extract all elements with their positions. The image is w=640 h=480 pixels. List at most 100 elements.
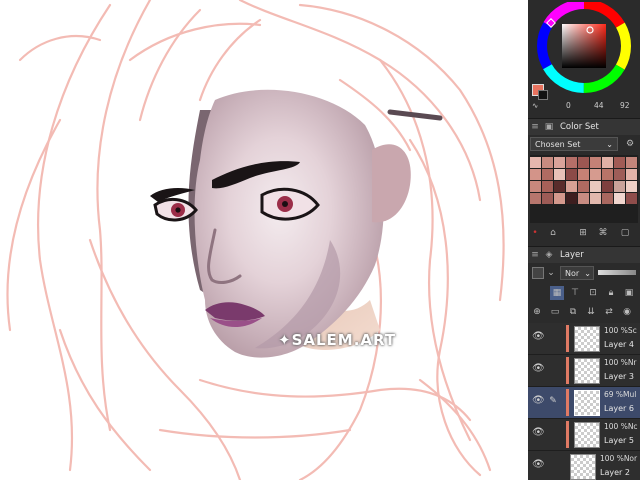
layer-panel-header: ≡ ◈ Layer <box>528 246 640 263</box>
lock-icon[interactable]: 🔒︎ <box>604 286 618 300</box>
blend-mode-dropdown[interactable]: Nor ⌄ <box>560 266 594 280</box>
color-set-title: Color Set <box>560 122 599 132</box>
layer-row[interactable]: 👁︎ 100 %Sc Layer 4 <box>528 323 640 355</box>
color-swatch[interactable] <box>566 193 577 204</box>
eye-icon[interactable]: 👁︎ <box>532 395 545 407</box>
color-swatch[interactable] <box>566 181 577 192</box>
color-swatch[interactable] <box>602 169 613 180</box>
color-swatch[interactable] <box>614 157 625 168</box>
eyedropper-icon[interactable]: ⌘ <box>598 226 608 240</box>
layer-thumbnail <box>574 358 600 384</box>
color-swatch[interactable] <box>530 169 541 180</box>
color-swatch[interactable] <box>590 157 601 168</box>
color-set-dropdown[interactable]: Chosen Set ⌄ <box>530 137 618 151</box>
color-swatch[interactable] <box>542 157 553 168</box>
color-swatch[interactable] <box>542 193 553 204</box>
mask-lock-icon[interactable]: ▣ <box>622 286 636 300</box>
color-swatch[interactable] <box>626 193 637 204</box>
value-field-1[interactable]: 0 <box>566 101 571 110</box>
clipping-indicator <box>566 421 569 448</box>
color-swatch[interactable] <box>554 193 565 204</box>
pin-icon[interactable]: ⌂ <box>548 226 558 240</box>
eye-icon[interactable]: 👁︎ <box>532 363 545 375</box>
color-swatch[interactable] <box>554 157 565 168</box>
color-set-toolbar: • ⌂ ⊞ ⌘ ▢ <box>528 226 640 240</box>
wave-icon: ∿ <box>532 101 539 110</box>
color-swatch-grid[interactable] <box>530 155 638 223</box>
opacity-slider[interactable] <box>598 270 636 275</box>
color-swatch[interactable] <box>614 169 625 180</box>
color-wheel-section: ∿ 0 44 92 <box>528 0 640 112</box>
color-swatch[interactable] <box>626 181 637 192</box>
delete-icon[interactable]: ▢ <box>620 226 630 240</box>
layer-mode: 100 %Nc <box>604 422 638 431</box>
layer-mode: 100 %Nr <box>604 358 637 367</box>
color-swatch[interactable] <box>614 181 625 192</box>
new-layer-icon[interactable]: ⊕ <box>530 305 544 319</box>
color-swatch[interactable] <box>614 193 625 204</box>
clip-icon[interactable]: ⊤ <box>568 286 582 300</box>
color-wheel[interactable] <box>528 2 640 94</box>
color-swatch[interactable] <box>542 181 553 192</box>
color-set-settings-icon[interactable]: ⚙ <box>622 137 638 151</box>
color-swatch[interactable] <box>530 181 541 192</box>
color-swatch[interactable] <box>602 193 613 204</box>
layer-row-selected[interactable]: 👁︎ ✎ 69 %Mul Layer 6 <box>528 387 640 419</box>
mask-icon[interactable]: ◉ <box>620 305 634 319</box>
chevron-down-icon: ⌄ <box>584 269 591 278</box>
layer-mode: 100 %Nor <box>600 454 638 463</box>
layer-row[interactable]: 👁︎ 100 %Nor Layer 2 <box>528 451 640 480</box>
color-set-header: ≡ ▣ Color Set <box>528 118 640 135</box>
eye-icon[interactable]: 👁︎ <box>532 427 545 439</box>
color-swatch[interactable] <box>566 157 577 168</box>
eye-icon[interactable]: 👁︎ <box>532 459 545 471</box>
color-swatch[interactable] <box>578 193 589 204</box>
value-field-3[interactable]: 92 <box>620 101 630 110</box>
pen-icon: ✎ <box>549 396 557 406</box>
color-swatch[interactable] <box>530 193 541 204</box>
layer-row[interactable]: 👁︎ 100 %Nc Layer 5 <box>528 419 640 451</box>
drawing-canvas[interactable]: ✦SALEM.ART <box>0 0 528 480</box>
eye-icon[interactable]: 👁︎ <box>532 331 545 343</box>
color-swatch[interactable] <box>626 169 637 180</box>
layers-icon: ◈ <box>545 250 553 260</box>
color-swatch[interactable] <box>590 193 601 204</box>
color-swatch[interactable] <box>554 169 565 180</box>
color-swatch[interactable] <box>590 181 601 192</box>
layer-tools-row-1: ▦ ⊤ ⊡ 🔒︎ ▣ <box>528 285 640 301</box>
color-swatch[interactable] <box>530 157 541 168</box>
value-field-2[interactable]: 44 <box>594 101 604 110</box>
layer-panel-title: Layer <box>560 250 584 260</box>
color-swatch[interactable] <box>590 169 601 180</box>
lock-transparent-icon[interactable]: ▦ <box>550 286 564 300</box>
layer-name: Layer 2 <box>600 468 630 477</box>
chevron-down-icon[interactable]: ⌄ <box>546 266 556 280</box>
color-swatch[interactable] <box>542 169 553 180</box>
artwork <box>6 0 505 480</box>
reference-icon[interactable]: ⊡ <box>586 286 600 300</box>
color-swatch[interactable] <box>626 157 637 168</box>
right-panel: ∿ 0 44 92 ≡ ▣ Color Set Chosen Set ⌄ ⚙ •… <box>528 0 640 480</box>
color-swatch[interactable] <box>578 157 589 168</box>
duplicate-icon[interactable]: ⧉ <box>566 305 580 319</box>
dot-icon[interactable]: • <box>530 226 540 240</box>
layer-name: Layer 4 <box>604 340 634 349</box>
merge-icon[interactable]: ⇊ <box>584 305 598 319</box>
color-swatch[interactable] <box>602 181 613 192</box>
layer-row[interactable]: 👁︎ 100 %Nr Layer 3 <box>528 355 640 387</box>
menu-icon[interactable]: ≡ <box>528 250 542 260</box>
color-swatch[interactable] <box>578 169 589 180</box>
menu-icon[interactable]: ≡ <box>528 122 542 132</box>
transfer-icon[interactable]: ⇄ <box>602 305 616 319</box>
layer-color-chip[interactable] <box>532 267 544 279</box>
sub-color-chip[interactable] <box>538 90 548 100</box>
new-folder-icon[interactable]: ▭ <box>548 305 562 319</box>
color-swatch[interactable] <box>554 181 565 192</box>
color-swatch[interactable] <box>566 169 577 180</box>
layer-thumbnail <box>574 422 600 448</box>
blend-mode-value: Nor <box>565 269 580 278</box>
layer-tools-row-2: ⊕ ▭ ⧉ ⇊ ⇄ ◉ <box>528 304 640 320</box>
add-color-icon[interactable]: ⊞ <box>578 226 588 240</box>
color-swatch[interactable] <box>602 157 613 168</box>
color-swatch[interactable] <box>578 181 589 192</box>
